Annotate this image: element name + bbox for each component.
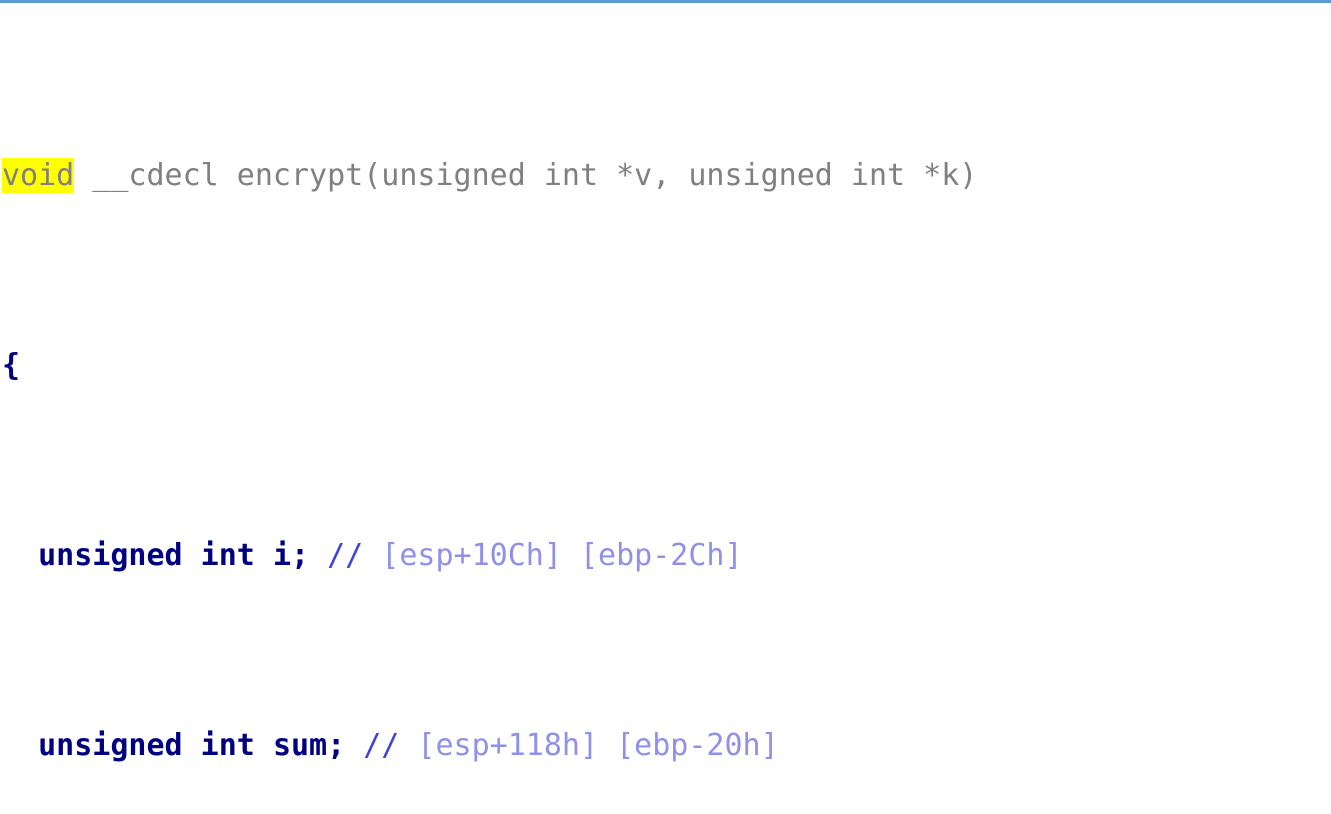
stack-offset-comment: [esp+10Ch] [ebp-2Ch] [363,538,743,573]
local-name-i[interactable]: i [273,538,291,573]
code-line-local-i[interactable]: unsigned int i; // [esp+10Ch] [ebp-2Ch] [0,537,1331,575]
semicolon-glyph: ; [291,538,328,573]
semicolon-glyph: ; [327,728,364,763]
comment-slashes-icon: // [363,728,400,763]
pseudocode-view: void __cdecl encrypt(unsigned int *v, un… [0,0,1331,814]
type-keyword: unsigned int [38,728,273,763]
pseudocode-listing[interactable]: void __cdecl encrypt(unsigned int *v, un… [0,5,1331,814]
stack-offset-comment: [esp+118h] [ebp-20h] [399,728,779,763]
code-line-open-brace[interactable]: { [0,347,1331,385]
window-top-divider [0,0,1331,3]
code-line-local-sum[interactable]: unsigned int sum; // [esp+118h] [ebp-20h… [0,727,1331,765]
brace-glyph: { [2,348,21,383]
prototype-remainder: __cdecl encrypt(unsigned int *v, unsigne… [74,158,978,193]
local-name-sum[interactable]: sum [273,728,327,763]
comment-slashes-icon: // [327,538,364,573]
type-keyword: unsigned int [38,538,273,573]
highlighted-token-void[interactable]: void [2,158,75,193]
code-line-prototype[interactable]: void __cdecl encrypt(unsigned int *v, un… [0,157,1331,195]
